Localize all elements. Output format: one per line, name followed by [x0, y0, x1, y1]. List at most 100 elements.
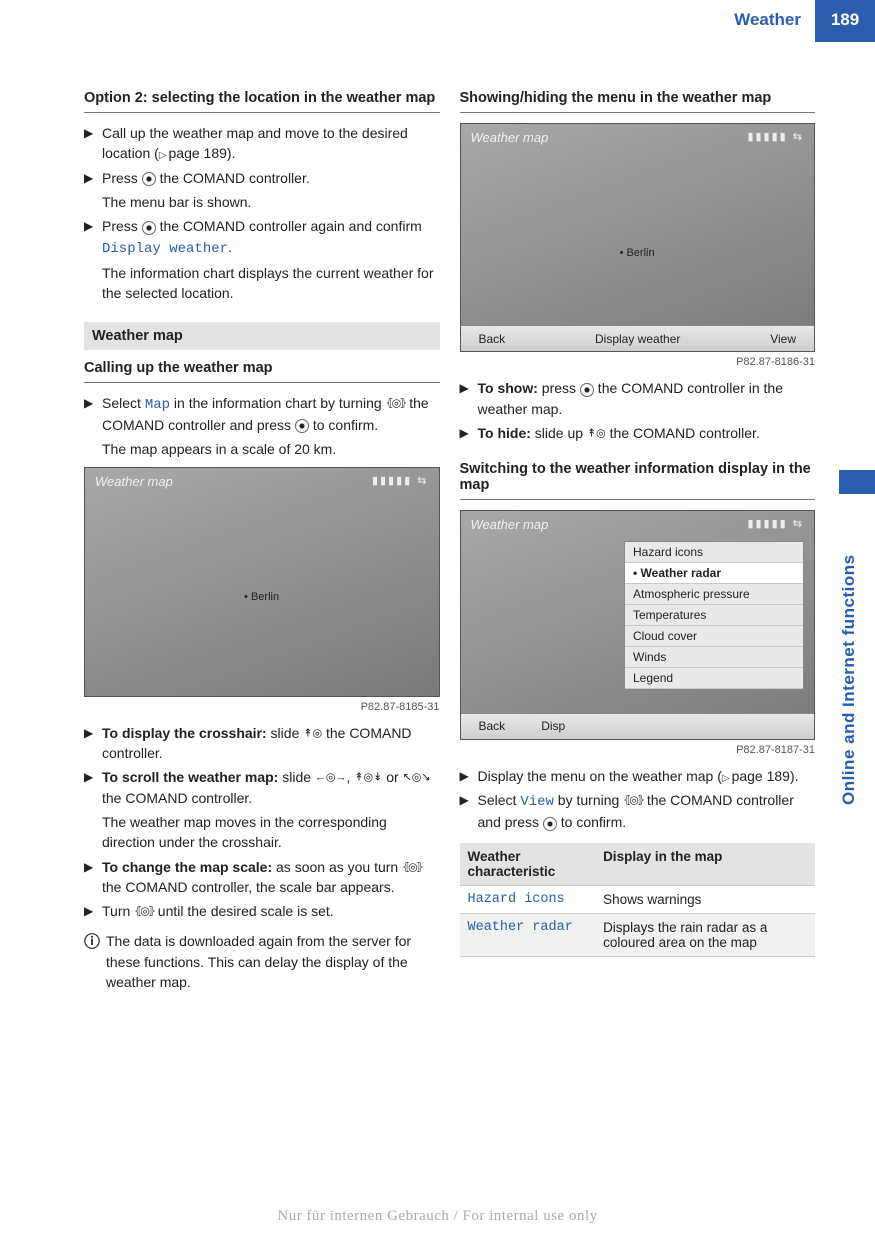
- side-section-label: Online and Internet functions: [839, 500, 869, 860]
- menu-item: Temperatures: [625, 605, 803, 626]
- step-marker-icon: ▶: [84, 216, 102, 259]
- heading-option2: Option 2: selecting the location in the …: [84, 90, 440, 113]
- turn-controller-icon: ⦃◎⦄: [386, 397, 406, 409]
- menu-item-selected: • Weather radar: [625, 563, 803, 584]
- step-marker-icon: ▶: [460, 766, 478, 787]
- table-cell: Hazard icons: [460, 885, 596, 913]
- menu-display-weather: Display weather: [523, 332, 752, 346]
- step-result: The menu bar is shown.: [102, 192, 440, 212]
- side-tab-marker: [839, 470, 875, 494]
- page-header: Weather 189: [0, 0, 875, 42]
- step-marker-icon: ▶: [84, 901, 102, 921]
- content-area: Option 2: selecting the location in the …: [0, 42, 875, 1002]
- heading-show-hide-menu: Showing/hiding the menu in the weather m…: [460, 90, 816, 113]
- menu-disp: Disp: [523, 719, 583, 733]
- step: ▶ Select Map in the information chart by…: [84, 393, 440, 436]
- turn-controller-icon: ⦃◎⦄: [623, 794, 643, 806]
- screenshot-code: P82.87-8186-31: [460, 356, 816, 368]
- screenshot-title: Weather map: [471, 130, 549, 145]
- signal-bars-icon: ▮▮▮▮▮ ⇆: [747, 517, 804, 530]
- table-header: Weather characteristic: [460, 843, 596, 886]
- table-row: Hazard icons Shows warnings: [460, 885, 816, 913]
- step-marker-icon: ▶: [84, 123, 102, 164]
- step: ▶ To display the crosshair: slide ↟◎ the…: [84, 723, 440, 764]
- menu-view: View: [752, 332, 814, 346]
- step-text: Turn ⦃◎⦄ until the desired scale is set.: [102, 901, 440, 921]
- info-note: ⓘ The data is downloaded again from the …: [84, 931, 440, 992]
- info-icon: ⓘ: [84, 931, 106, 992]
- signal-bars-icon: ▮▮▮▮▮ ⇆: [372, 474, 429, 487]
- screenshot-title: Weather map: [95, 474, 173, 489]
- section-heading-weather-map: Weather map: [84, 322, 440, 350]
- table-cell: Displays the rain radar as a coloured ar…: [595, 913, 815, 956]
- step: ▶ Press the COMAND controller again and …: [84, 216, 440, 259]
- slide-diag-icon: ↖◎↘: [403, 772, 431, 784]
- menu-item: Winds: [625, 647, 803, 668]
- heading-switch-display: Switching to the weather information dis…: [460, 461, 816, 500]
- step-marker-icon: ▶: [84, 393, 102, 436]
- screenshot-title: Weather map: [471, 517, 549, 532]
- step: ▶ To scroll the weather map: slide ←◎→, …: [84, 767, 440, 808]
- step-marker-icon: ▶: [460, 378, 478, 419]
- header-title: Weather: [734, 0, 815, 42]
- table-cell: Shows warnings: [595, 885, 815, 913]
- screenshot-weather-map-2: Weather map ▮▮▮▮▮ ⇆ • Berlin Back Displa…: [460, 123, 816, 352]
- step-text: Display the menu on the weather map (pag…: [478, 766, 816, 787]
- slide-up-icon: ↟◎: [587, 427, 606, 439]
- step-text: To hide: slide up ↟◎ the COMAND controll…: [478, 423, 816, 443]
- step-text: Select View by turning ⦃◎⦄ the COMAND co…: [478, 790, 816, 833]
- xref-icon: [722, 768, 732, 784]
- menu-item: Cloud cover: [625, 626, 803, 647]
- step: ▶ To change the map scale: as soon as yo…: [84, 857, 440, 898]
- screenshot-weather-map-1: Weather map ▮▮▮▮▮ ⇆ • Berlin: [84, 467, 440, 696]
- step-text: Press the COMAND controller again and co…: [102, 216, 440, 259]
- press-controller-icon: [580, 383, 594, 397]
- step-marker-icon: ▶: [460, 790, 478, 833]
- turn-controller-icon: ⦃◎⦄: [134, 906, 154, 918]
- screenshot-weather-map-3: Weather map ▮▮▮▮▮ ⇆ Hazard icons • Weath…: [460, 510, 816, 739]
- step: ▶ Turn ⦃◎⦄ until the desired scale is se…: [84, 901, 440, 921]
- map-location-label: • Berlin: [244, 591, 279, 603]
- menu-back: Back: [461, 719, 524, 733]
- footer-watermark: Nur für internen Gebrauch / For internal…: [0, 1208, 875, 1225]
- screenshot-menu-bar: Back Disp: [461, 713, 815, 739]
- left-column: Option 2: selecting the location in the …: [84, 82, 440, 1002]
- info-text: The data is downloaded again from the se…: [106, 931, 440, 992]
- press-controller-icon: [142, 172, 156, 186]
- press-controller-icon: [543, 817, 557, 831]
- screenshot-dropdown: Hazard icons • Weather radar Atmospheric…: [624, 541, 804, 690]
- step-text: Press the COMAND controller.: [102, 168, 440, 188]
- step-text: Select Map in the information chart by t…: [102, 393, 440, 436]
- heading-calling-up: Calling up the weather map: [84, 360, 440, 383]
- menu-back: Back: [461, 332, 524, 346]
- step-result: The weather map moves in the correspondi…: [102, 812, 440, 853]
- xref-icon: [159, 145, 169, 161]
- step: ▶ Call up the weather map and move to th…: [84, 123, 440, 164]
- slide-up-icon: ↟◎: [303, 727, 322, 739]
- step-result: The information chart displays the curre…: [102, 263, 440, 304]
- step-marker-icon: ▶: [84, 857, 102, 898]
- step-text: To display the crosshair: slide ↟◎ the C…: [102, 723, 440, 764]
- page-number: 189: [815, 0, 875, 42]
- ocr-text: Map: [145, 397, 170, 413]
- signal-bars-icon: ▮▮▮▮▮ ⇆: [747, 130, 804, 143]
- turn-controller-icon: ⦃◎⦄: [402, 861, 422, 873]
- step-text: To scroll the weather map: slide ←◎→, ↟◎…: [102, 767, 440, 808]
- step: ▶ To hide: slide up ↟◎ the COMAND contro…: [460, 423, 816, 443]
- step-text: Call up the weather map and move to the …: [102, 123, 440, 164]
- step: ▶ To show: press the COMAND controller i…: [460, 378, 816, 419]
- press-controller-icon: [295, 419, 309, 433]
- screenshot-code: P82.87-8187-31: [460, 744, 816, 756]
- step: ▶ Display the menu on the weather map (p…: [460, 766, 816, 787]
- step-text: To show: press the COMAND controller in …: [478, 378, 816, 419]
- table-row: Weather radar Displays the rain radar as…: [460, 913, 816, 956]
- ocr-text: Display weather: [102, 241, 228, 257]
- step-marker-icon: ▶: [84, 168, 102, 188]
- step-result: The map appears in a scale of 20 km.: [102, 439, 440, 459]
- map-location-label: • Berlin: [620, 247, 655, 259]
- step-text: To change the map scale: as soon as you …: [102, 857, 440, 898]
- weather-characteristic-table: Weather characteristic Display in the ma…: [460, 843, 816, 957]
- step: ▶ Press the COMAND controller.: [84, 168, 440, 188]
- screenshot-menu-bar: Back Display weather View: [461, 325, 815, 351]
- ocr-text: View: [520, 794, 554, 810]
